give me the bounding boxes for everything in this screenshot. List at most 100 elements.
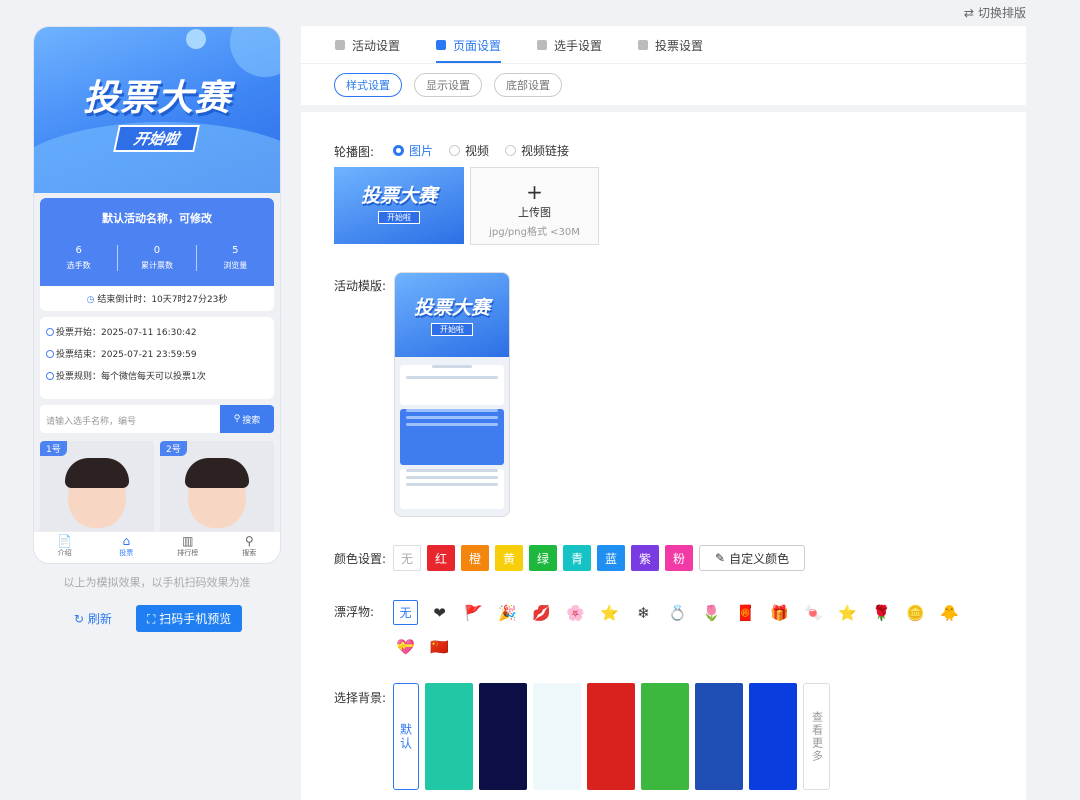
vote-icon [638, 40, 649, 50]
phone-tabbar: 📄 介绍 ⌂ 投票 ▥ 排行榜 ⚲ 搜索 [34, 531, 280, 563]
switch-layout-button[interactable]: ⇄ 切换排版 [964, 4, 1026, 21]
search-icon: ⚲ [233, 414, 241, 424]
banner-title: 投票大赛 [82, 78, 231, 119]
color-swatch[interactable]: 青 [563, 545, 591, 571]
player-search: 请输入选手名称，编号 ⚲ 搜索 [40, 405, 274, 433]
tab-ranking[interactable]: ▥ 排行榜 [157, 532, 219, 563]
search-input[interactable]: 请输入选手名称，编号 [40, 405, 220, 433]
float-none-option[interactable]: 无 [393, 600, 418, 625]
tab-vote[interactable]: ⌂ 投票 [96, 532, 158, 563]
plus-icon: + [526, 180, 543, 204]
float-icon[interactable]: 🚩 [461, 600, 486, 625]
color-swatch[interactable]: 黄 [495, 545, 523, 571]
color-swatch[interactable]: 绿 [529, 545, 557, 571]
activity-name: 默认活动名称，可修改 [102, 212, 212, 225]
float-icon[interactable]: ❤ [427, 600, 452, 625]
float-icon[interactable]: 🌹 [869, 600, 894, 625]
float-icon[interactable]: 🌷 [699, 600, 724, 625]
color-swatch[interactable]: 橙 [461, 545, 489, 571]
background-swatch[interactable] [533, 683, 581, 790]
banner: 投票大赛 开始啦 [34, 27, 280, 193]
float-icon[interactable]: 🍬 [801, 600, 826, 625]
background-swatch[interactable] [425, 683, 473, 790]
tab-page-settings[interactable]: 页面设置 [436, 26, 502, 63]
background-swatch[interactable] [587, 683, 635, 790]
float-icon[interactable]: 🐥 [937, 600, 962, 625]
float-icon[interactable]: 🎁 [767, 600, 792, 625]
tab-player-settings[interactable]: 选手设置 [537, 26, 602, 63]
float-icon[interactable]: 🧧 [733, 600, 758, 625]
refresh-button[interactable]: ↻ 刷新 [74, 610, 112, 627]
countdown: ◷ 结束倒计时：10天7时27分23秒 [40, 286, 274, 311]
float-icon[interactable]: ⭐ [835, 600, 860, 625]
float-icon[interactable]: 🌸 [563, 600, 588, 625]
float-icon[interactable]: 🪙 [903, 600, 928, 625]
bar-chart-icon: ▥ [182, 534, 194, 548]
user-icon [537, 40, 548, 50]
template-label: 活动模版: [334, 279, 387, 293]
clock-icon: ◷ [86, 295, 95, 305]
page-icon [436, 40, 447, 50]
player-card[interactable]: 1号 [40, 441, 154, 536]
radio-video-link[interactable]: 视频链接 [505, 142, 569, 159]
preview-tip: 以上为模拟效果，以手机扫码效果为准 [63, 576, 251, 589]
color-swatch[interactable]: 红 [427, 545, 455, 571]
radio-video[interactable]: 视频 [449, 142, 489, 159]
player-card[interactable]: 2号 [160, 441, 274, 536]
float-icon[interactable]: 💋 [529, 600, 554, 625]
stat-views: 5 浏览量 [223, 245, 248, 270]
background-swatch[interactable] [749, 683, 797, 790]
settings-header: 活动设置 页面设置 选手设置 投票设置 样式设置 显示设置 底部设置 [301, 26, 1026, 105]
carousel-label: 轮播图: [334, 145, 375, 159]
swap-icon: ⇄ [963, 5, 974, 20]
vote-info: 投票开始：2025-07-11 16:30:42 投票结束：2025-07-21… [40, 317, 274, 399]
search-button[interactable]: ⚲ 搜索 [220, 405, 274, 433]
float-options: 无 ❤ 🚩 🎉 💋 🌸 ⭐ ❄ 💍 🌷 🧧 🎁 🍬 ⭐ 🌹 🪙 🐥 💝 🇨🇳 [393, 600, 993, 659]
info-rule: 投票规则：每个微信每天可以投票1次 [46, 369, 268, 382]
background-swatch[interactable] [641, 683, 689, 790]
color-swatch[interactable]: 紫 [631, 545, 659, 571]
scan-icon: ⛶ [147, 612, 156, 626]
player-number: 1号 [40, 441, 67, 456]
color-swatch[interactable]: 蓝 [597, 545, 625, 571]
float-icon[interactable]: 💝 [393, 634, 418, 659]
color-swatch[interactable]: 无 [393, 545, 421, 571]
activity-stats-card: 默认活动名称，可修改 6 选手数 0 累计票数 5 浏览量 [40, 198, 274, 286]
custom-color-button[interactable]: ✎ 自定义颜色 [699, 545, 806, 571]
subtab-footer[interactable]: 底部设置 [494, 73, 562, 97]
info-end: 投票结束：2025-07-21 23:59:59 [46, 347, 268, 360]
template-thumbnail[interactable]: 投票大赛 开始啦 [394, 272, 510, 517]
background-options: 默认 查看更多 [393, 683, 830, 790]
color-swatch[interactable]: 粉 [665, 545, 693, 571]
switch-layout-label: 切换排版 [977, 6, 1026, 20]
float-icon[interactable]: ⭐ [597, 600, 622, 625]
player-number: 2号 [160, 441, 187, 456]
tab-intro[interactable]: 📄 介绍 [34, 532, 96, 563]
list-icon [335, 40, 345, 50]
info-start: 投票开始：2025-07-11 16:30:42 [46, 325, 268, 338]
float-icon[interactable]: 💍 [665, 600, 690, 625]
stat-players: 6 选手数 [40, 245, 119, 271]
home-icon: ⌂ [122, 534, 131, 548]
carousel-image-thumb[interactable]: 投票大赛 开始啦 [334, 167, 464, 244]
radio-image[interactable]: 图片 [393, 142, 433, 159]
background-default[interactable]: 默认 [393, 683, 419, 790]
refresh-icon: ↻ [74, 612, 85, 626]
scan-preview-button[interactable]: ⛶ 扫码手机预览 [136, 605, 243, 632]
float-icon[interactable]: 🇨🇳 [427, 634, 452, 659]
clock-icon [46, 349, 54, 358]
background-swatch[interactable] [695, 683, 743, 790]
settings-panel: 轮播图: 图片 视频 视频链接 投票大赛 开始啦 + 上传图 jpg/png格式… [301, 112, 1026, 800]
view-more-backgrounds-button[interactable]: 查看更多 [803, 683, 830, 790]
tab-search[interactable]: ⚲ 搜索 [219, 532, 281, 563]
background-swatch[interactable] [479, 683, 527, 790]
float-icon[interactable]: 🎉 [495, 600, 520, 625]
tab-activity-settings[interactable]: 活动设置 [335, 26, 400, 63]
pen-icon: ✎ [715, 551, 726, 565]
subtab-display[interactable]: 显示设置 [414, 73, 482, 97]
float-icon[interactable]: ❄ [631, 600, 656, 625]
tab-vote-settings[interactable]: 投票设置 [638, 26, 703, 63]
subtab-style[interactable]: 样式设置 [334, 73, 402, 97]
background-label: 选择背景: [334, 691, 387, 705]
upload-image-button[interactable]: + 上传图 jpg/png格式 <30M [470, 167, 599, 245]
